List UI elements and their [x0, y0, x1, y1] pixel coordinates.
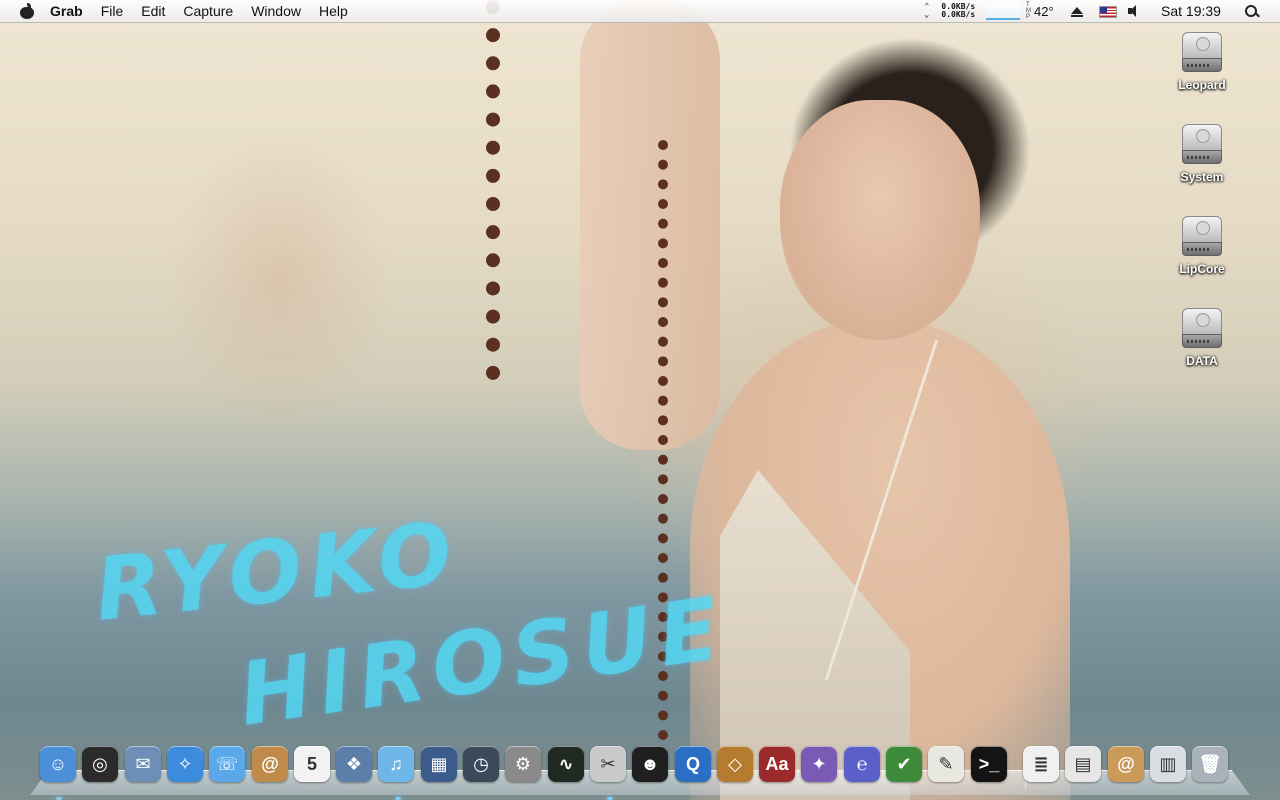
applications-stack-icon[interactable]: ▥ — [1150, 746, 1186, 782]
temp-label-p: P — [1026, 14, 1031, 20]
spotlight-search-icon[interactable] — [1245, 0, 1261, 22]
wallpaper-arm — [580, 0, 720, 450]
wallpaper-face — [780, 100, 980, 340]
trash-icon[interactable]: 🗑 — [1192, 746, 1228, 782]
quicktime-icon-glyph: Q — [675, 746, 711, 782]
finder-icon[interactable]: ☺ — [40, 746, 76, 782]
eject-icon[interactable] — [1071, 0, 1083, 22]
xcode-icon[interactable]: ✦ — [801, 746, 837, 782]
network-down-rate: 0.0KB/s — [941, 10, 976, 19]
menu-help[interactable]: Help — [310, 0, 357, 22]
hard-drive-icon — [1182, 32, 1222, 76]
documents-stack-icon[interactable]: ▤ — [1065, 746, 1101, 782]
safari-icon-glyph: ✧ — [167, 746, 203, 782]
iphoto-icon[interactable]: ❖ — [336, 746, 372, 782]
drive-system[interactable]: System — [1162, 124, 1242, 186]
spaces-icon[interactable]: ▦ — [421, 746, 457, 782]
temperature-monitor[interactable]: T M P 42° — [1026, 0, 1054, 22]
drive-label: Leopard — [1178, 78, 1226, 92]
activity-monitor-icon-glyph: ∿ — [548, 746, 584, 782]
finder-icon-glyph: ☺ — [40, 746, 76, 782]
ical-icon-glyph: 5 — [294, 746, 330, 782]
script-editor-icon-glyph: ✂ — [590, 746, 626, 782]
qq-icon[interactable]: ☻ — [632, 746, 668, 782]
ichat-icon[interactable]: ☏ — [209, 746, 245, 782]
hard-drive-icon — [1182, 124, 1222, 168]
drive-leopard[interactable]: Leopard — [1162, 32, 1242, 94]
trash-icon-glyph: 🗑 — [1192, 746, 1228, 782]
drive-data[interactable]: DATA — [1162, 308, 1242, 370]
ichat-icon-glyph: ☏ — [209, 746, 245, 782]
terminal-icon-glyph: >_ — [971, 746, 1007, 782]
drive-label: DATA — [1186, 354, 1218, 368]
mail-icon[interactable]: ✉ — [125, 746, 161, 782]
desktop-wallpaper: RYOKO HIROSUE — [0, 0, 1280, 800]
vim-icon[interactable]: ✔ — [886, 746, 922, 782]
dashboard-icon[interactable]: ◎ — [82, 746, 118, 782]
terminal-icon[interactable]: >_ — [971, 746, 1007, 782]
vim-icon-glyph: ✔ — [886, 746, 922, 782]
textedit-icon-glyph: ✎ — [928, 746, 964, 782]
dictionary-icon[interactable]: Aa — [759, 746, 795, 782]
dashboard-icon-glyph: ◎ — [82, 746, 118, 782]
system-preferences-icon[interactable]: ⚙ — [505, 746, 541, 782]
script-document-icon[interactable]: ≣ — [1023, 746, 1059, 782]
drive-label: LipCore — [1179, 262, 1225, 276]
system-preferences-icon-glyph: ⚙ — [505, 746, 541, 782]
emacs-icon-glyph: ℮ — [844, 746, 880, 782]
itunes-icon-glyph: ♫ — [378, 746, 414, 782]
spaces-icon-glyph: ▦ — [421, 746, 457, 782]
wallpaper-chain-left — [486, 0, 500, 380]
menu-file[interactable]: File — [92, 0, 133, 22]
menu-bar: Grab File Edit Capture Window Help ⌃ ⌄ 0.… — [0, 0, 1280, 23]
mail-downloads-stack-icon[interactable]: @ — [1108, 746, 1144, 782]
itunes-icon[interactable]: ♫ — [378, 746, 414, 782]
emacs-icon[interactable]: ℮ — [844, 746, 880, 782]
dictionary-icon-glyph: Aa — [759, 746, 795, 782]
network-graph — [986, 3, 1020, 20]
network-arrows-icon: ⌃ ⌄ — [924, 2, 930, 20]
temperature-value: 42° — [1034, 3, 1054, 19]
volume-icon[interactable] — [1128, 0, 1142, 22]
qq-icon-glyph: ☻ — [632, 746, 668, 782]
documents-stack-icon-glyph: ▤ — [1065, 746, 1101, 782]
hard-drive-icon — [1182, 216, 1222, 260]
network-monitor[interactable]: ⌃ ⌄ 0.0KB/s 0.0KB/s — [924, 0, 1020, 22]
xcode-icon-glyph: ✦ — [801, 746, 837, 782]
script-document-icon-glyph: ≣ — [1023, 746, 1059, 782]
drive-lipcore[interactable]: LipCore — [1162, 216, 1242, 278]
time-machine-icon[interactable]: ◷ — [463, 746, 499, 782]
drive-label: System — [1180, 170, 1224, 184]
mail-icon-glyph: ✉ — [125, 746, 161, 782]
activity-monitor-icon[interactable]: ∿ — [548, 746, 584, 782]
script-editor-icon[interactable]: ✂ — [590, 746, 626, 782]
mail-downloads-stack-icon-glyph: @ — [1108, 746, 1144, 782]
ical-icon[interactable]: 5 — [294, 746, 330, 782]
hard-drive-icon — [1182, 308, 1222, 352]
iphoto-icon-glyph: ❖ — [336, 746, 372, 782]
input-source-us-flag-icon[interactable] — [1099, 6, 1117, 18]
applications-stack-icon-glyph: ▥ — [1150, 746, 1186, 782]
menu-edit[interactable]: Edit — [132, 0, 174, 22]
dosbox-icon-glyph: ◇ — [717, 746, 753, 782]
menu-window[interactable]: Window — [242, 0, 310, 22]
textedit-icon[interactable]: ✎ — [928, 746, 964, 782]
safari-icon[interactable]: ✧ — [167, 746, 203, 782]
time-machine-icon-glyph: ◷ — [463, 746, 499, 782]
menu-clock[interactable]: Sat 19:39 — [1161, 0, 1221, 22]
app-menu[interactable]: Grab — [50, 0, 92, 22]
quicktime-icon[interactable]: Q — [675, 746, 711, 782]
dosbox-icon[interactable]: ◇ — [717, 746, 753, 782]
address-book-icon-glyph: @ — [252, 746, 288, 782]
menu-capture[interactable]: Capture — [174, 0, 242, 22]
address-book-icon[interactable]: @ — [252, 746, 288, 782]
apple-menu-icon[interactable] — [20, 3, 34, 19]
